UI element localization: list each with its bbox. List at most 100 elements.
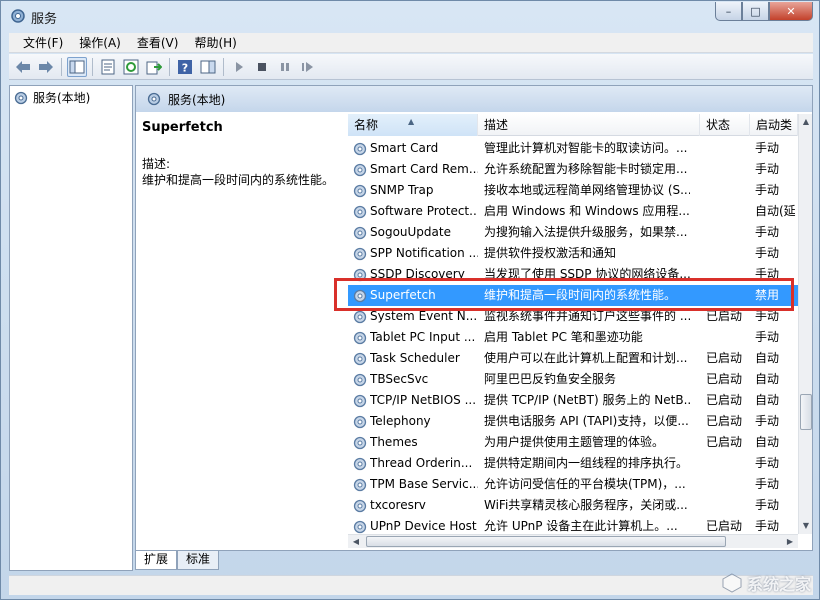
watermark-text: 系统之家: [746, 575, 811, 594]
service-startup-type: 自动: [755, 393, 780, 407]
close-button[interactable]: ✕: [769, 2, 813, 21]
view-tabs: 扩展 标准: [135, 551, 220, 571]
service-startup-type: 手动: [755, 456, 780, 470]
menu-file[interactable]: 文件(F): [15, 32, 71, 53]
help-icon[interactable]: ?: [175, 57, 195, 77]
service-startup-type: 自动(延: [755, 204, 796, 218]
service-row[interactable]: SogouUpdate 为搜狗输入法提供升级服务，如果禁... 手动: [348, 222, 798, 243]
service-startup-type: 手动: [755, 477, 780, 491]
service-name: Task Scheduler: [370, 351, 460, 365]
service-description: 管理此计算机对智能卡的取读访问。...: [484, 141, 688, 155]
scroll-right-icon[interactable]: ▶: [782, 535, 798, 549]
toolbar-separator: [61, 57, 62, 76]
service-row[interactable]: Tablet PC Input ... 启用 Tablet PC 笔和墨迹功能 手动: [348, 327, 798, 348]
watermark-logo: 系统之家: [721, 571, 811, 595]
service-gear-icon: [353, 415, 367, 429]
services-gear-icon: [147, 92, 161, 106]
service-row[interactable]: Themes 为用户提供使用主题管理的体验。 已启动 自动: [348, 432, 798, 453]
column-header-startup[interactable]: 启动类: [750, 114, 798, 136]
title-bar[interactable]: 服务 – □ ✕: [1, 1, 819, 31]
column-header-desc[interactable]: 描述: [478, 114, 700, 136]
refresh-icon[interactable]: [121, 57, 141, 77]
service-status: 已启动: [706, 351, 743, 365]
show-pane-icon[interactable]: [198, 57, 218, 77]
menu-help[interactable]: 帮助(H): [186, 32, 244, 53]
service-description: 启用 Windows 和 Windows 应用程...: [484, 204, 690, 218]
pause-icon[interactable]: [275, 57, 295, 77]
tree-item-services-local[interactable]: 服务(本地): [13, 89, 90, 106]
menu-bar: 文件(F) 操作(A) 查看(V) 帮助(H): [9, 33, 813, 53]
service-row[interactable]: Smart Card 管理此计算机对智能卡的取读访问。... 手动: [348, 138, 798, 159]
back-arrow-icon[interactable]: [13, 57, 33, 77]
service-gear-icon: [353, 163, 367, 177]
stop-icon[interactable]: [252, 57, 272, 77]
service-row[interactable]: TPM Base Servic... 允许访问受信任的平台模块(TPM)，... 手…: [348, 474, 798, 495]
column-header-status[interactable]: 状态: [700, 114, 750, 136]
column-name-label: 名称: [354, 118, 379, 132]
minimize-button[interactable]: –: [715, 2, 742, 21]
service-row[interactable]: Telephony 提供电话服务 API (TAPI)支持，以便... 已启动 手动: [348, 411, 798, 432]
tab-standard[interactable]: 标准: [177, 551, 220, 570]
service-description: 使用户可以在此计算机上配置和计划...: [484, 351, 688, 365]
service-name: Themes: [370, 435, 418, 449]
service-row[interactable]: SNMP Trap 接收本地或远程简单网络管理协议 (S... 手动: [348, 180, 798, 201]
service-gear-icon: [353, 520, 367, 534]
column-startup-label: 启动类: [756, 118, 793, 132]
horizontal-scroll-thumb[interactable]: [366, 536, 726, 547]
services-gear-icon: [11, 9, 25, 23]
services-content-pane: 服务(本地) Superfetch 描述: 维护和提高一段时间内的系统性能。 名…: [135, 85, 813, 551]
service-description: 启用 Tablet PC 笔和墨迹功能: [484, 330, 643, 344]
service-row[interactable]: Thread Orderin... 提供特定期间内一组线程的排序执行。 手动: [348, 453, 798, 474]
service-gear-icon: [353, 436, 367, 450]
service-name: Thread Orderin...: [370, 456, 473, 470]
service-description: 允许系统配置为移除智能卡时锁定用...: [484, 162, 688, 176]
column-header-name[interactable]: 名称 ▲: [348, 114, 478, 136]
sort-ascending-icon: ▲: [408, 117, 415, 126]
service-name: SogouUpdate: [370, 225, 451, 239]
service-startup-type: 手动: [755, 414, 780, 428]
service-startup-type: 自动: [755, 435, 780, 449]
service-gear-icon: [353, 142, 367, 156]
export-icon[interactable]: [144, 57, 164, 77]
scroll-down-icon[interactable]: ▼: [799, 518, 812, 534]
service-row[interactable]: SPP Notification ... 提供软件授权激活和通知 手动: [348, 243, 798, 264]
scroll-left-icon[interactable]: ◀: [348, 535, 364, 549]
restart-icon[interactable]: [298, 57, 318, 77]
service-gear-icon: [353, 184, 367, 198]
tab-extended[interactable]: 扩展: [135, 551, 178, 570]
service-startup-type: 手动: [755, 162, 780, 176]
toolbar-separator: [223, 57, 224, 76]
start-icon[interactable]: [229, 57, 249, 77]
service-row[interactable]: Smart Card Rem... 允许系统配置为移除智能卡时锁定用... 手动: [348, 159, 798, 180]
service-gear-icon: [353, 352, 367, 366]
vertical-scrollbar[interactable]: ▲ ▼: [798, 114, 812, 534]
service-gear-icon: [353, 394, 367, 408]
caption-buttons: – □ ✕: [715, 2, 813, 21]
service-startup-type: 手动: [755, 225, 780, 239]
service-row[interactable]: TCP/IP NetBIOS ... 提供 TCP/IP (NetBT) 服务上的…: [348, 390, 798, 411]
service-row[interactable]: Task Scheduler 使用户可以在此计算机上配置和计划... 已启动 自动: [348, 348, 798, 369]
forward-arrow-icon[interactable]: [36, 57, 56, 77]
horizontal-scrollbar[interactable]: ◀ ▶: [348, 534, 798, 548]
menu-action[interactable]: 操作(A): [71, 32, 129, 53]
console-tree-icon[interactable]: [67, 56, 87, 77]
vertical-scroll-thumb[interactable]: [800, 394, 812, 430]
service-description: 允许访问受信任的平台模块(TPM)，...: [484, 477, 686, 491]
service-startup-type: 手动: [755, 330, 780, 344]
service-row[interactable]: Software Protect... 启用 Windows 和 Windows …: [348, 201, 798, 222]
service-description: 接收本地或远程简单网络管理协议 (S...: [484, 183, 690, 197]
maximize-button[interactable]: □: [742, 2, 769, 21]
service-row[interactable]: txcoresrv WiFi共享精灵核心服务程序，关闭或... 手动: [348, 495, 798, 516]
service-row[interactable]: TBSecSvc 阿里巴巴反钓鱼安全服务 已启动 自动: [348, 369, 798, 390]
service-name: TPM Base Servic...: [370, 477, 478, 491]
content-header: 服务(本地): [136, 86, 812, 112]
properties-icon[interactable]: [98, 57, 118, 77]
service-gear-icon: [353, 478, 367, 492]
service-status: 已启动: [706, 414, 743, 428]
service-rows: Smart Card 管理此计算机对智能卡的取读访问。... 手动 Smart Car…: [348, 138, 798, 537]
content-header-label: 服务(本地): [168, 92, 226, 107]
menu-view[interactable]: 查看(V): [129, 32, 187, 53]
scroll-up-icon[interactable]: ▲: [799, 114, 812, 130]
service-name: SPP Notification ...: [370, 246, 478, 260]
service-name: Software Protect...: [370, 204, 478, 218]
